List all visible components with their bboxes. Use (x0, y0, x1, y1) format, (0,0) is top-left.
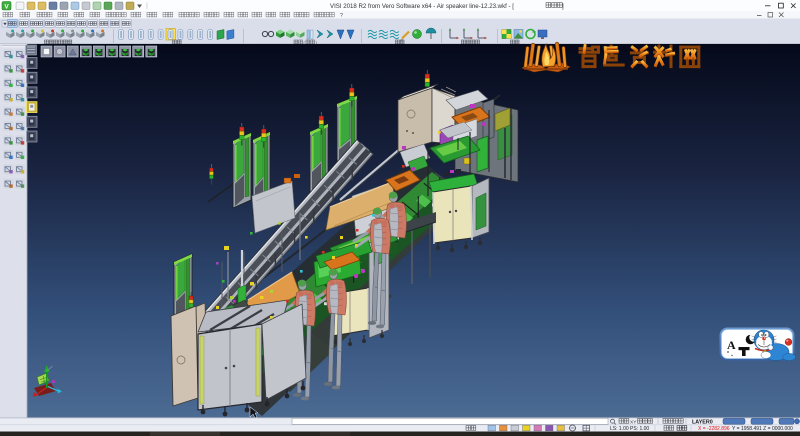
svg-text:?: ? (340, 13, 343, 19)
svg-text:A: A (727, 338, 736, 352)
svg-text:Y = 1958.491 Z = 0000.000: Y = 1958.491 Z = 0000.000 (732, 426, 793, 432)
svg-text:V: V (4, 3, 9, 10)
svg-text:VISI 2018 R2 from Vero Softwar: VISI 2018 R2 from Vero Software x64 - Ai… (330, 3, 514, 10)
svg-text:X = -2282.896: X = -2282.896 (698, 426, 730, 432)
svg-text:LS: 1.00 PS: 1.00: LS: 1.00 PS: 1.00 (610, 426, 649, 432)
svg-text:]: ] (562, 3, 564, 10)
